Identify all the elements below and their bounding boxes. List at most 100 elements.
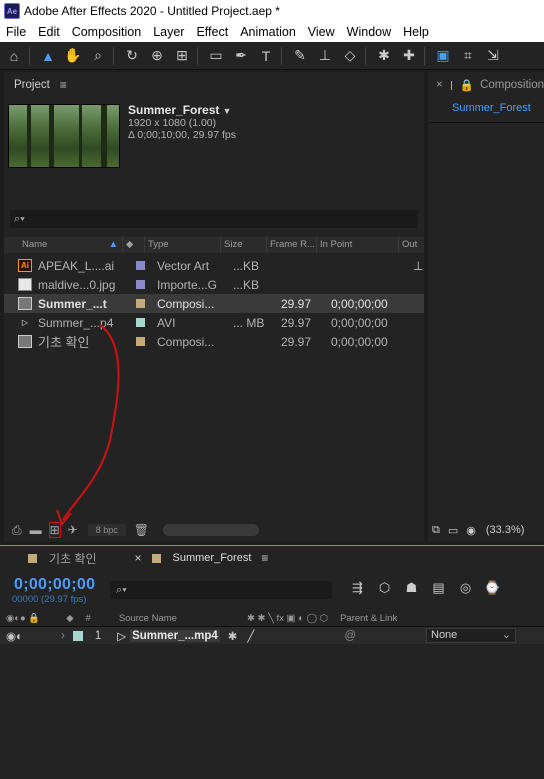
composition-panel-tab[interactable]: × 🔒 Composition xyxy=(428,72,544,98)
trash-icon[interactable]: 🗑 xyxy=(134,523,149,537)
toolbar-divider xyxy=(113,46,114,65)
brush-tool-icon[interactable]: ✎ xyxy=(289,45,311,67)
quality-switch-icon[interactable]: ╱ xyxy=(247,629,254,643)
comp-flowchart-icon[interactable]: ⇶ xyxy=(344,580,371,596)
timeline-switches: ⇶ ⬡ ☗ ▤ ◎ ⌚ xyxy=(344,580,506,596)
project-search-input[interactable]: ⌕▾ xyxy=(10,210,418,228)
snapping-icon[interactable]: ⌗ xyxy=(457,45,479,67)
column-source-name[interactable]: Source Name xyxy=(119,613,177,624)
label-swatch[interactable] xyxy=(136,280,145,289)
hand-tool-icon[interactable]: ✋ xyxy=(62,45,84,67)
label-swatch[interactable] xyxy=(136,299,145,308)
project-item[interactable]: 기초 확인 Composi... 29.97 0;00;00;00 xyxy=(4,332,424,351)
new-composition-icon[interactable]: ⊞ xyxy=(48,522,61,538)
label-tag-icon[interactable]: ◆ xyxy=(66,613,73,624)
frame-blending-icon[interactable]: ▤ xyxy=(425,580,452,596)
label-tag-icon[interactable]: ◆ xyxy=(122,237,144,253)
label-swatch[interactable] xyxy=(136,337,145,346)
timeline-tab-2[interactable]: Summer_Forest xyxy=(173,552,252,564)
timeline-tab-1[interactable]: 기초 확인 xyxy=(49,550,97,567)
window-title: Adobe After Effects 2020 - Untitled Proj… xyxy=(24,4,280,18)
expand-arrow-icon[interactable]: › xyxy=(61,630,65,642)
menu-edit[interactable]: Edit xyxy=(32,25,66,39)
composition-name-tab[interactable]: Summer_Forest xyxy=(452,102,531,114)
dropdown-triangle-icon[interactable]: ▼ xyxy=(222,106,231,116)
lock-icon[interactable]: 🔒 xyxy=(460,78,474,92)
column-name[interactable]: Name ▲ xyxy=(4,237,122,253)
pen-tool-icon[interactable]: ✒ xyxy=(230,45,252,67)
vr-view-icon[interactable]: ◉ xyxy=(466,524,476,537)
layer-row[interactable]: ◉◐ › 1 ▷ Summer_...mp4 ✱ ╱ @ None ⌄ xyxy=(0,627,544,644)
column-size[interactable]: Size xyxy=(220,237,266,253)
layer-source-name[interactable]: Summer_...mp4 xyxy=(130,629,220,642)
snapshot-icon[interactable]: ⧉ xyxy=(432,524,440,537)
parent-dropdown[interactable]: None ⌄ xyxy=(426,628,516,643)
zoom-level[interactable]: (33.3%) xyxy=(486,524,525,536)
project-column-header: Name ▲ ◆ Type Size Frame R... In Point O… xyxy=(4,237,424,253)
column-parent-link[interactable]: Parent & Link xyxy=(340,613,397,624)
layer-switches-icon[interactable]: ✱ ✱ ╲ fx ▣ ◐ ◯ ⬡ xyxy=(247,613,328,624)
pickwhip-icon[interactable]: @ xyxy=(344,630,356,642)
timeline-search-input[interactable]: ⌕▾ xyxy=(110,581,332,599)
rectangle-tool-icon[interactable]: ▭ xyxy=(205,45,227,67)
project-item[interactable]: ▷ Summer_...p4 AVI ... MB 29.97 0;00;00;… xyxy=(4,313,424,332)
menu-effect[interactable]: Effect xyxy=(190,25,234,39)
graph-editor-icon[interactable]: ⌚ xyxy=(479,580,506,596)
project-item[interactable]: Ai APEAK_L....ai Vector Art ...KB ⊥ xyxy=(4,256,424,275)
zoom-tool-icon[interactable]: ⌕ xyxy=(87,45,109,67)
label-swatch[interactable] xyxy=(136,261,145,270)
toolbar-divider xyxy=(365,46,366,65)
forest-tree-trunk xyxy=(49,105,54,167)
item-type: Composi... xyxy=(157,334,215,349)
column-frame-rate[interactable]: Frame R... xyxy=(266,237,316,253)
new-folder-icon[interactable]: ▬ xyxy=(30,523,42,537)
composition-viewer[interactable] xyxy=(428,122,544,514)
pan-behind-tool-icon[interactable]: ⊞ xyxy=(171,45,193,67)
menu-layer[interactable]: Layer xyxy=(147,25,190,39)
bpc-button[interactable]: 8 bpc xyxy=(87,524,126,536)
menu-file[interactable]: File xyxy=(0,25,32,39)
interpret-footage-icon[interactable]: ⎙ xyxy=(12,523,22,538)
close-icon[interactable]: × xyxy=(135,551,142,565)
column-in-point[interactable]: In Point xyxy=(316,237,398,253)
project-item[interactable]: maldive...0.jpg Importe...G ...KB xyxy=(4,275,424,294)
menu-animation[interactable]: Animation xyxy=(234,25,302,39)
camera-tool-icon[interactable]: ⊕ xyxy=(146,45,168,67)
rotation-tool-icon[interactable]: ↻ xyxy=(121,45,143,67)
selection-tool-icon[interactable]: ▲ xyxy=(37,45,59,67)
menu-composition[interactable]: Composition xyxy=(66,25,147,39)
eye-icon[interactable]: ◉◐ xyxy=(6,629,23,643)
monitor-icon[interactable]: ▭ xyxy=(448,524,458,537)
axis-icon[interactable]: ⇲ xyxy=(482,45,504,67)
clone-stamp-tool-icon[interactable]: ⊥ xyxy=(314,45,336,67)
draft-3d-icon[interactable]: ⬡ xyxy=(371,580,398,596)
label-swatch[interactable] xyxy=(72,630,83,641)
horizontal-scrollbar[interactable] xyxy=(163,524,259,536)
av-switches-icon[interactable]: ◉◐● 🔒 xyxy=(6,613,40,624)
timeline-panel: 기초 확인 × Summer_Forest ≡ 0;00;00;00 00000… xyxy=(0,545,544,779)
project-tab-label: Project xyxy=(14,79,50,91)
menu-window[interactable]: Window xyxy=(341,25,397,39)
project-settings-icon[interactable]: ✈ xyxy=(68,523,78,537)
eraser-tool-icon[interactable]: ◇ xyxy=(339,45,361,67)
close-icon[interactable]: × xyxy=(436,79,443,91)
roto-brush-tool-icon[interactable]: ✱ xyxy=(373,45,395,67)
motion-blur-icon[interactable]: ◎ xyxy=(452,580,479,596)
column-out[interactable]: Out xyxy=(398,237,424,253)
puppet-pin-tool-icon[interactable]: ✚ xyxy=(398,45,420,67)
menu-help[interactable]: Help xyxy=(397,25,435,39)
current-timecode[interactable]: 0;00;00;00 xyxy=(14,576,95,594)
label-swatch[interactable] xyxy=(136,318,145,327)
layer-switch-icon[interactable]: ✱ xyxy=(228,629,238,643)
shy-layers-icon[interactable]: ☗ xyxy=(398,580,425,596)
project-item-selected[interactable]: Summer_...t Composi... 29.97 0;00;00;00 xyxy=(4,294,424,313)
workspace-icon[interactable]: ▣ xyxy=(432,45,454,67)
sort-ascending-icon: ▲ xyxy=(108,239,118,250)
column-type[interactable]: Type xyxy=(144,237,220,253)
panel-menu-icon[interactable]: ≡ xyxy=(261,551,268,565)
menu-view[interactable]: View xyxy=(302,25,341,39)
panel-menu-icon[interactable]: ≡ xyxy=(60,78,67,92)
project-panel-tab[interactable]: Project ≡ xyxy=(4,72,424,98)
type-tool-icon[interactable]: T xyxy=(255,45,277,67)
home-icon[interactable]: ⌂ xyxy=(3,45,25,67)
